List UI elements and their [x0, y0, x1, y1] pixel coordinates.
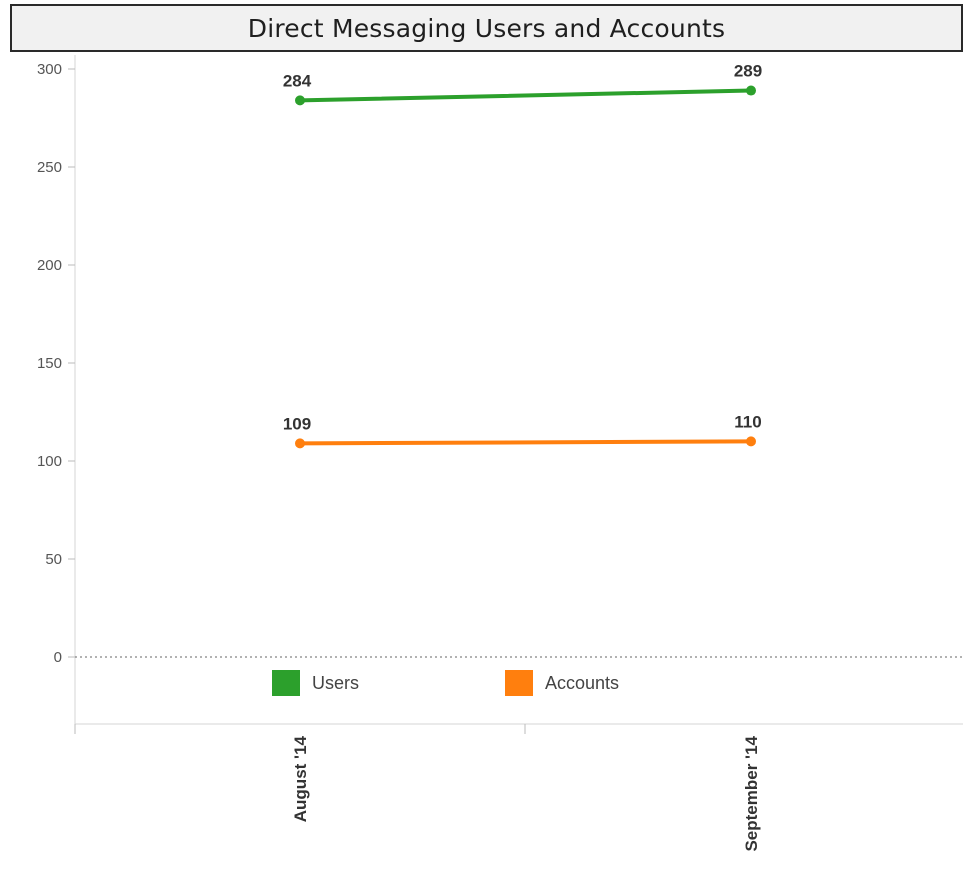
chart-title-bar: Direct Messaging Users and Accounts [10, 4, 963, 52]
y-tick-label-150: 150 [37, 355, 62, 372]
data-label-accounts-0: 109 [283, 414, 311, 433]
x-tick-label-1: September '14 [742, 735, 761, 851]
y-tick-label-100: 100 [37, 453, 62, 470]
data-label-accounts-1: 110 [734, 412, 761, 431]
data-point-users-0 [295, 95, 305, 106]
data-label-users-1: 289 [734, 62, 762, 81]
legend: Users Accounts [272, 670, 765, 696]
chart-title: Direct Messaging Users and Accounts [247, 13, 726, 43]
y-tick-label-200: 200 [37, 257, 62, 274]
y-tick-label-300: 300 [37, 61, 62, 78]
data-point-accounts-1 [746, 436, 756, 447]
data-label-users-0: 284 [283, 71, 312, 90]
legend-swatch-users [272, 670, 300, 696]
y-tick-label-0: 0 [54, 649, 62, 666]
y-tick-label-250: 250 [37, 159, 62, 176]
y-tick-label-50: 50 [45, 551, 62, 568]
legend-swatch-accounts [505, 670, 534, 696]
series-line-users [298, 88, 753, 103]
legend-label-accounts: Accounts [545, 672, 620, 693]
legend-item-users[interactable]: Users [272, 670, 359, 696]
x-tick-label-0: August '14 [291, 735, 310, 822]
legend-label-users: Users [312, 672, 360, 693]
data-point-accounts-0 [295, 438, 305, 449]
data-point-users-1 [746, 85, 756, 96]
legend-item-accounts[interactable]: Accounts [505, 670, 619, 696]
series-line-accounts [298, 439, 753, 446]
line-chart: 0 50 100 150 200 250 300 284 289 109 110 August '14… [37, 55, 963, 852]
